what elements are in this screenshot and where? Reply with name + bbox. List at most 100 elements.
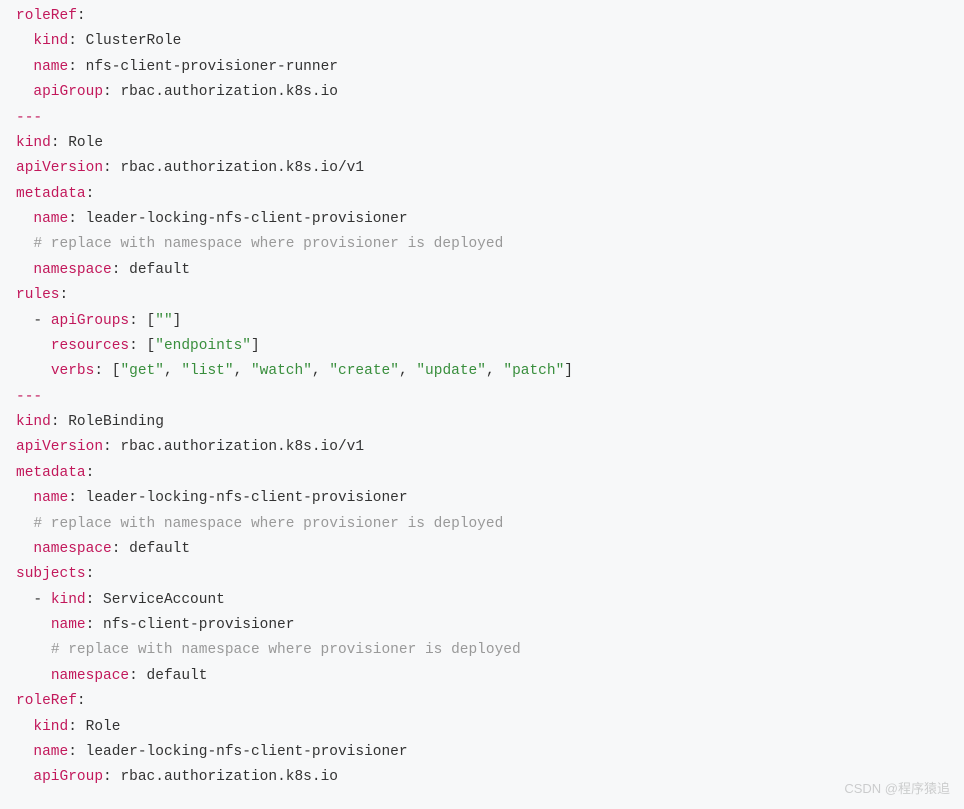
code-line: roleRef:: [16, 689, 948, 714]
code-line: ---: [16, 106, 948, 131]
code-line: kind: Role: [16, 715, 948, 740]
code-line: kind: Role: [16, 131, 948, 156]
token-key: rules: [16, 287, 60, 303]
token-punct: :: [77, 8, 86, 24]
code-line: name: nfs-client-provisioner-runner: [16, 55, 948, 80]
token-key: name: [33, 59, 68, 75]
token-key: apiVersion: [16, 439, 103, 455]
token-punct: : [: [129, 338, 155, 354]
token-punct: :: [86, 566, 95, 582]
code-line: roleRef:: [16, 4, 948, 29]
token-comment: # replace with namespace where provision…: [33, 236, 503, 252]
code-line: name: leader-locking-nfs-client-provisio…: [16, 740, 948, 765]
token-string: "create": [329, 363, 399, 379]
token-key: kind: [16, 135, 51, 151]
token-punct: :: [68, 211, 85, 227]
token-value: rbac.authorization.k8s.io: [120, 84, 338, 100]
code-line: metadata:: [16, 461, 948, 486]
token-punct: :: [103, 84, 120, 100]
token-key: namespace: [33, 262, 111, 278]
code-line: name: nfs-client-provisioner: [16, 613, 948, 638]
token-punct: : [: [129, 313, 155, 329]
code-line: # replace with namespace where provision…: [16, 638, 948, 663]
token-punct: ]: [173, 313, 182, 329]
token-key: kind: [51, 592, 86, 608]
token-punct: ]: [564, 363, 573, 379]
token-key: kind: [33, 719, 68, 735]
code-line: subjects:: [16, 562, 948, 587]
token-value: leader-locking-nfs-client-provisioner: [86, 744, 408, 760]
token-value: leader-locking-nfs-client-provisioner: [86, 490, 408, 506]
code-line: metadata:: [16, 182, 948, 207]
code-line: apiGroup: rbac.authorization.k8s.io: [16, 80, 948, 105]
token-key: namespace: [51, 668, 129, 684]
token-key: name: [33, 211, 68, 227]
token-key: ---: [16, 389, 42, 405]
token-comment: # replace with namespace where provision…: [51, 642, 521, 658]
code-line: - kind: ServiceAccount: [16, 588, 948, 613]
token-value: nfs-client-provisioner-runner: [86, 59, 338, 75]
token-string: "update": [416, 363, 486, 379]
code-line: kind: RoleBinding: [16, 410, 948, 435]
token-dash: -: [33, 313, 50, 329]
code-line: namespace: default: [16, 258, 948, 283]
token-punct: :: [68, 719, 85, 735]
token-value: rbac.authorization.k8s.io: [120, 769, 338, 785]
token-value: rbac.authorization.k8s.io/v1: [120, 160, 364, 176]
token-value: Role: [68, 135, 103, 151]
token-punct: : [: [94, 363, 120, 379]
token-key: apiGroup: [33, 769, 103, 785]
token-string: "get": [120, 363, 164, 379]
token-key: apiGroups: [51, 313, 129, 329]
code-line: apiGroup: rbac.authorization.k8s.io: [16, 765, 948, 790]
token-key: kind: [33, 33, 68, 49]
code-line: ---: [16, 385, 948, 410]
token-key: metadata: [16, 186, 86, 202]
code-line: verbs: ["get", "list", "watch", "create"…: [16, 359, 948, 384]
token-string: "patch": [503, 363, 564, 379]
token-value: default: [129, 541, 190, 557]
code-line: resources: ["endpoints"]: [16, 334, 948, 359]
token-key: subjects: [16, 566, 86, 582]
token-key: ---: [16, 110, 42, 126]
token-punct: :: [51, 414, 68, 430]
code-line: kind: ClusterRole: [16, 29, 948, 54]
token-key: name: [33, 490, 68, 506]
token-value: Role: [86, 719, 121, 735]
token-punct: :: [68, 59, 85, 75]
token-punct: :: [86, 617, 103, 633]
token-dash: -: [33, 592, 50, 608]
token-punct: :: [77, 693, 86, 709]
token-punct: :: [86, 186, 95, 202]
token-punct: :: [68, 744, 85, 760]
token-punct: :: [68, 490, 85, 506]
token-value: default: [129, 262, 190, 278]
token-punct: ]: [251, 338, 260, 354]
token-value: default: [147, 668, 208, 684]
token-punct: :: [112, 262, 129, 278]
code-line: name: leader-locking-nfs-client-provisio…: [16, 207, 948, 232]
token-comment: # replace with namespace where provision…: [33, 516, 503, 532]
token-key: apiVersion: [16, 160, 103, 176]
token-value: ClusterRole: [86, 33, 182, 49]
token-key: metadata: [16, 465, 86, 481]
token-punct: ,: [164, 363, 181, 379]
token-punct: :: [103, 160, 120, 176]
code-line: apiVersion: rbac.authorization.k8s.io/v1: [16, 435, 948, 460]
token-value: nfs-client-provisioner: [103, 617, 294, 633]
code-line: apiVersion: rbac.authorization.k8s.io/v1: [16, 156, 948, 181]
token-key: roleRef: [16, 693, 77, 709]
token-punct: :: [112, 541, 129, 557]
token-punct: :: [60, 287, 69, 303]
token-punct: :: [68, 33, 85, 49]
token-string: "watch": [251, 363, 312, 379]
token-value: RoleBinding: [68, 414, 164, 430]
token-string: "": [155, 313, 172, 329]
token-key: apiGroup: [33, 84, 103, 100]
token-punct: :: [103, 439, 120, 455]
token-value: rbac.authorization.k8s.io/v1: [120, 439, 364, 455]
code-line: # replace with namespace where provision…: [16, 512, 948, 537]
token-key: kind: [16, 414, 51, 430]
token-punct: :: [86, 465, 95, 481]
code-line: name: leader-locking-nfs-client-provisio…: [16, 486, 948, 511]
